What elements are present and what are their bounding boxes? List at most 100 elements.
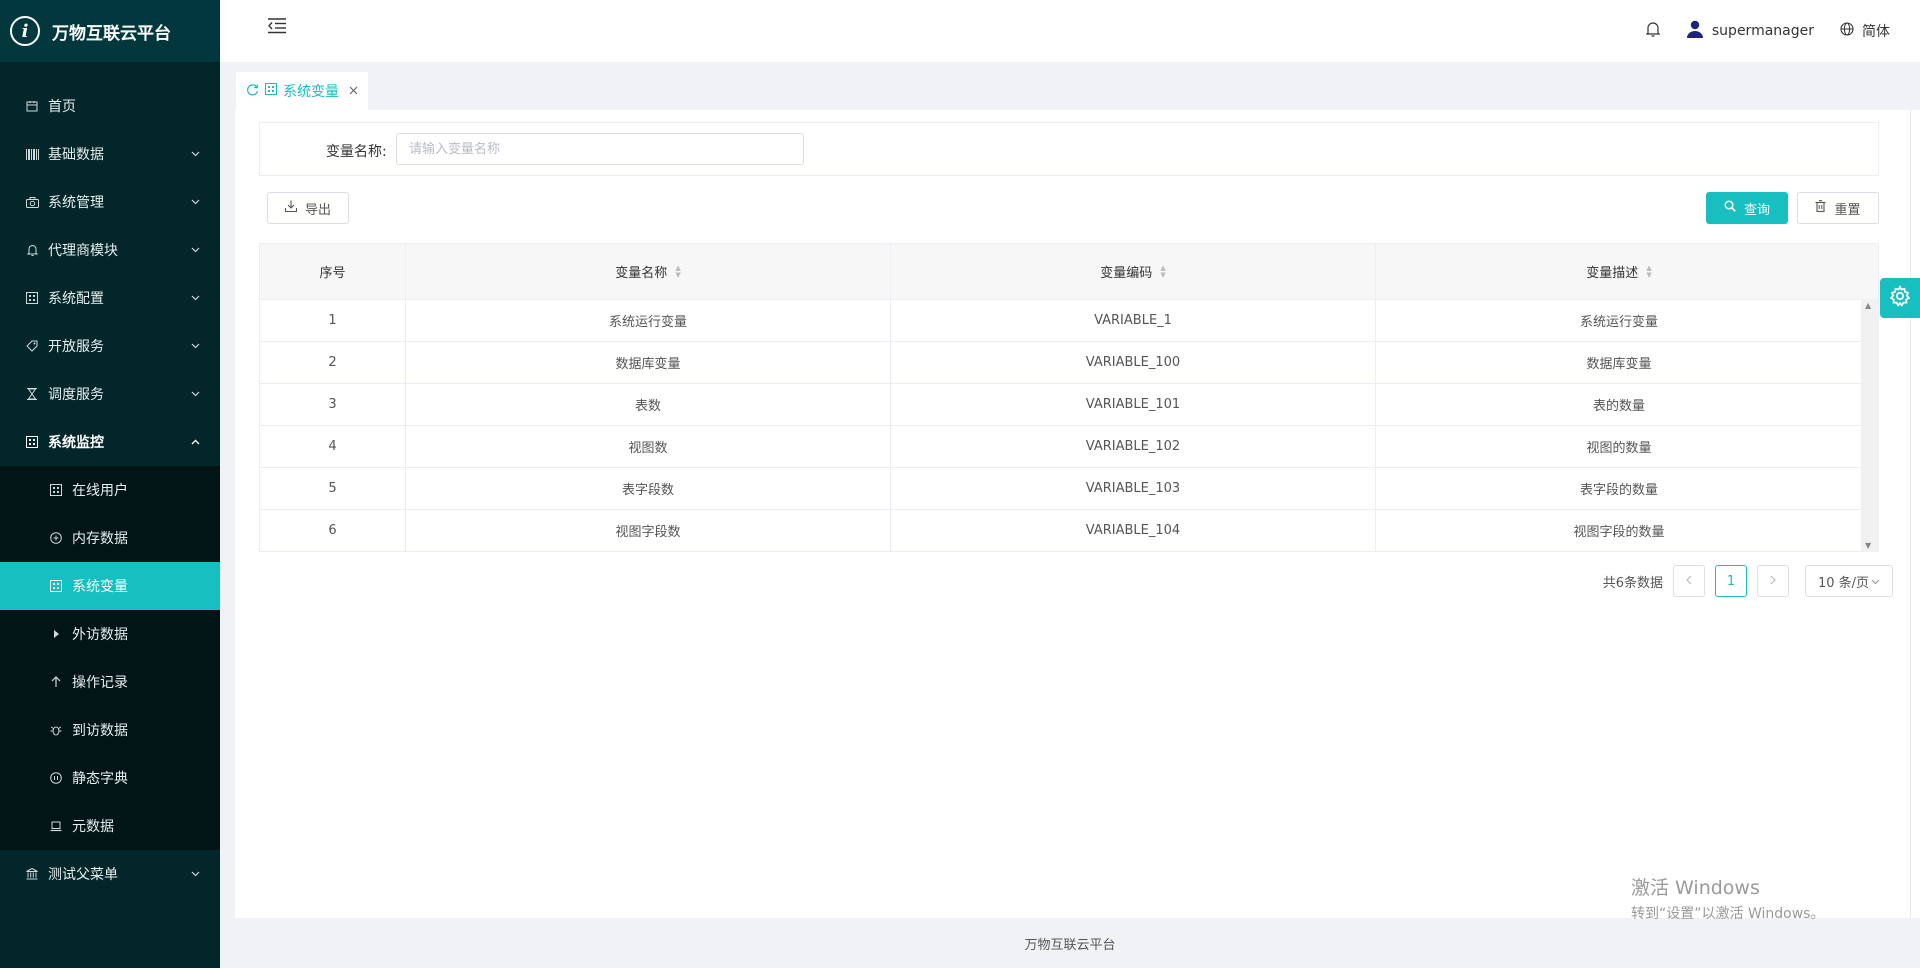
cell-variable-description: 视图字段的数量 <box>1573 525 1665 540</box>
page-number-button[interactable]: 1 <box>1715 565 1747 597</box>
sidebar-item-home[interactable]: 首页 <box>0 82 220 130</box>
sidebar-menu: 首页 基础数据 系统管理 代理商模块 系统配置 开放服务 调度服务 系统监控 在… <box>0 82 220 898</box>
cell-variable-description: 数据库变量 <box>1586 357 1652 372</box>
sidebar-item-external-access-data[interactable]: 外访数据 <box>0 610 220 658</box>
top-header: supermanager 简体 <box>220 0 1920 62</box>
chevron-down-icon <box>191 293 200 304</box>
settings-button[interactable] <box>1880 278 1920 318</box>
app-logo[interactable]: i 万物互联云平台 <box>0 0 220 62</box>
query-label: 查询 <box>1743 202 1770 218</box>
hourglass-icon <box>24 388 40 400</box>
reset-button[interactable]: 重置 <box>1797 192 1879 224</box>
table-icon <box>48 484 64 496</box>
sidebar-item-system-management[interactable]: 系统管理 <box>0 178 220 226</box>
column-header-variable-description[interactable]: 变量描述 ▲ ▼ <box>1376 244 1862 299</box>
table-row[interactable]: 5 表字段数 VARIABLE_103 表字段的数量 <box>260 467 1878 509</box>
sidebar-item-basic-data[interactable]: 基础数据 <box>0 130 220 178</box>
sidebar-item-operation-log[interactable]: 操作记录 <box>0 658 220 706</box>
sidebar-item-system-config[interactable]: 系统配置 <box>0 274 220 322</box>
user-menu[interactable]: supermanager <box>1686 20 1814 42</box>
sort-icon[interactable]: ▲ ▼ <box>1646 264 1651 279</box>
chevron-down-icon <box>191 389 200 400</box>
language-switcher[interactable]: 简体 <box>1840 21 1890 41</box>
table-scrollbar[interactable]: ▲ ▼ <box>1861 299 1878 552</box>
cell-variable-description: 视图的数量 <box>1586 441 1652 456</box>
bell-icon <box>24 244 40 256</box>
watermark-title: 激活 Windows <box>1631 877 1760 899</box>
column-header-variable-code[interactable]: 变量编码 ▲ ▼ <box>891 244 1376 299</box>
refresh-icon[interactable] <box>246 83 259 100</box>
close-icon[interactable] <box>349 84 358 99</box>
export-label: 导出 <box>304 202 331 218</box>
tab-system-variables[interactable]: 系统变量 <box>236 72 368 110</box>
table-row[interactable]: 4 视图数 VARIABLE_102 视图的数量 <box>260 425 1878 467</box>
chevron-up-icon <box>191 437 200 448</box>
chevron-down-icon <box>1871 574 1880 589</box>
sidebar: i 万物互联云平台 首页 基础数据 系统管理 代理商模块 系统配置 开放服务 调… <box>0 0 220 968</box>
trash-icon <box>1815 200 1826 216</box>
search-icon <box>1724 200 1736 216</box>
next-page-button[interactable] <box>1757 565 1789 597</box>
system-monitor-submenu: 在线用户 内存数据 系统变量 外访数据 操作记录 到访数据 静态字典 元数据 <box>0 466 220 850</box>
sidebar-item-metadata[interactable]: 元数据 <box>0 802 220 850</box>
table-row[interactable]: 2 数据库变量 VARIABLE_100 数据库变量 <box>260 341 1878 383</box>
cell-variable-description: 表字段的数量 <box>1579 483 1658 498</box>
sidebar-item-scheduling-service[interactable]: 调度服务 <box>0 370 220 418</box>
pagination: 共6条数据 1 10 条/页 <box>1603 565 1893 597</box>
scroll-up-icon[interactable]: ▲ <box>1865 301 1871 310</box>
pause-circle-icon <box>48 772 64 784</box>
sidebar-item-label: 外访数据 <box>72 627 128 643</box>
sidebar-item-test-parent-menu[interactable]: 测试父菜单 <box>0 850 220 898</box>
cell-index: 3 <box>260 384 406 425</box>
sidebar-item-label: 系统管理 <box>48 195 104 211</box>
page-size-label: 10 条/页 <box>1817 575 1870 591</box>
chevron-right-icon <box>1770 574 1776 589</box>
notification-bell[interactable] <box>1645 21 1661 41</box>
table-row[interactable]: 6 视图字段数 VARIABLE_104 视图字段的数量 <box>260 509 1878 551</box>
table-row[interactable]: 1 系统运行变量 VARIABLE_1 系统运行变量 <box>260 299 1878 341</box>
cell-variable-code: VARIABLE_100 <box>891 342 1376 383</box>
scroll-down-icon[interactable]: ▼ <box>1865 541 1871 550</box>
sidebar-item-system-variables[interactable]: 系统变量 <box>0 562 220 610</box>
variable-name-label: 变量名称: <box>326 144 387 160</box>
chevron-left-icon <box>1686 574 1692 589</box>
sidebar-item-system-monitor[interactable]: 系统监控 <box>0 418 220 466</box>
sidebar-item-open-service[interactable]: 开放服务 <box>0 322 220 370</box>
gear-icon <box>1889 285 1911 311</box>
sidebar-item-label: 到访数据 <box>72 723 128 739</box>
query-button[interactable]: 查询 <box>1706 192 1788 224</box>
sort-icon[interactable]: ▲ ▼ <box>675 264 680 279</box>
sort-icon[interactable]: ▲ ▼ <box>1160 264 1165 279</box>
table-row[interactable]: 3 表数 VARIABLE_101 表的数量 <box>260 383 1878 425</box>
export-button[interactable]: 导出 <box>267 192 349 224</box>
menu-fold-icon[interactable] <box>268 18 286 36</box>
tag-icon <box>24 340 40 352</box>
user-avatar-icon <box>1686 20 1704 42</box>
tab-bar: 系统变量 <box>220 62 1920 110</box>
cell-index: 2 <box>260 342 406 383</box>
sidebar-item-online-users[interactable]: 在线用户 <box>0 466 220 514</box>
prev-page-button[interactable] <box>1673 565 1705 597</box>
table-header: 序号 变量名称 ▲ ▼ 变量编码 ▲ ▼ 变量描述 ▲ ▼ <box>260 244 1878 299</box>
chevron-down-icon <box>191 869 200 880</box>
page-size-select[interactable]: 10 条/页 <box>1805 565 1893 597</box>
chevron-down-icon <box>191 341 200 352</box>
sidebar-item-label: 开放服务 <box>48 339 104 355</box>
table-icon <box>48 580 64 592</box>
windows-activation-watermark: 激活 Windows 转到“设置”以激活 Windows。 <box>1631 873 1824 923</box>
sidebar-item-memory-data[interactable]: 内存数据 <box>0 514 220 562</box>
laptop-icon <box>48 821 64 832</box>
sidebar-item-label: 首页 <box>48 99 76 115</box>
column-header-label: 变量名称 <box>615 266 668 281</box>
username: supermanager <box>1711 23 1814 39</box>
bank-icon <box>24 868 40 880</box>
table-icon <box>265 83 277 99</box>
sidebar-item-label: 基础数据 <box>48 147 104 163</box>
sidebar-item-agent-module[interactable]: 代理商模块 <box>0 226 220 274</box>
sidebar-item-label: 系统监控 <box>48 435 104 451</box>
sidebar-item-visit-data[interactable]: 到访数据 <box>0 706 220 754</box>
variable-name-input[interactable] <box>396 133 804 165</box>
barcode-icon <box>24 148 40 160</box>
column-header-variable-name[interactable]: 变量名称 ▲ ▼ <box>406 244 891 299</box>
sidebar-item-static-dictionary[interactable]: 静态字典 <box>0 754 220 802</box>
